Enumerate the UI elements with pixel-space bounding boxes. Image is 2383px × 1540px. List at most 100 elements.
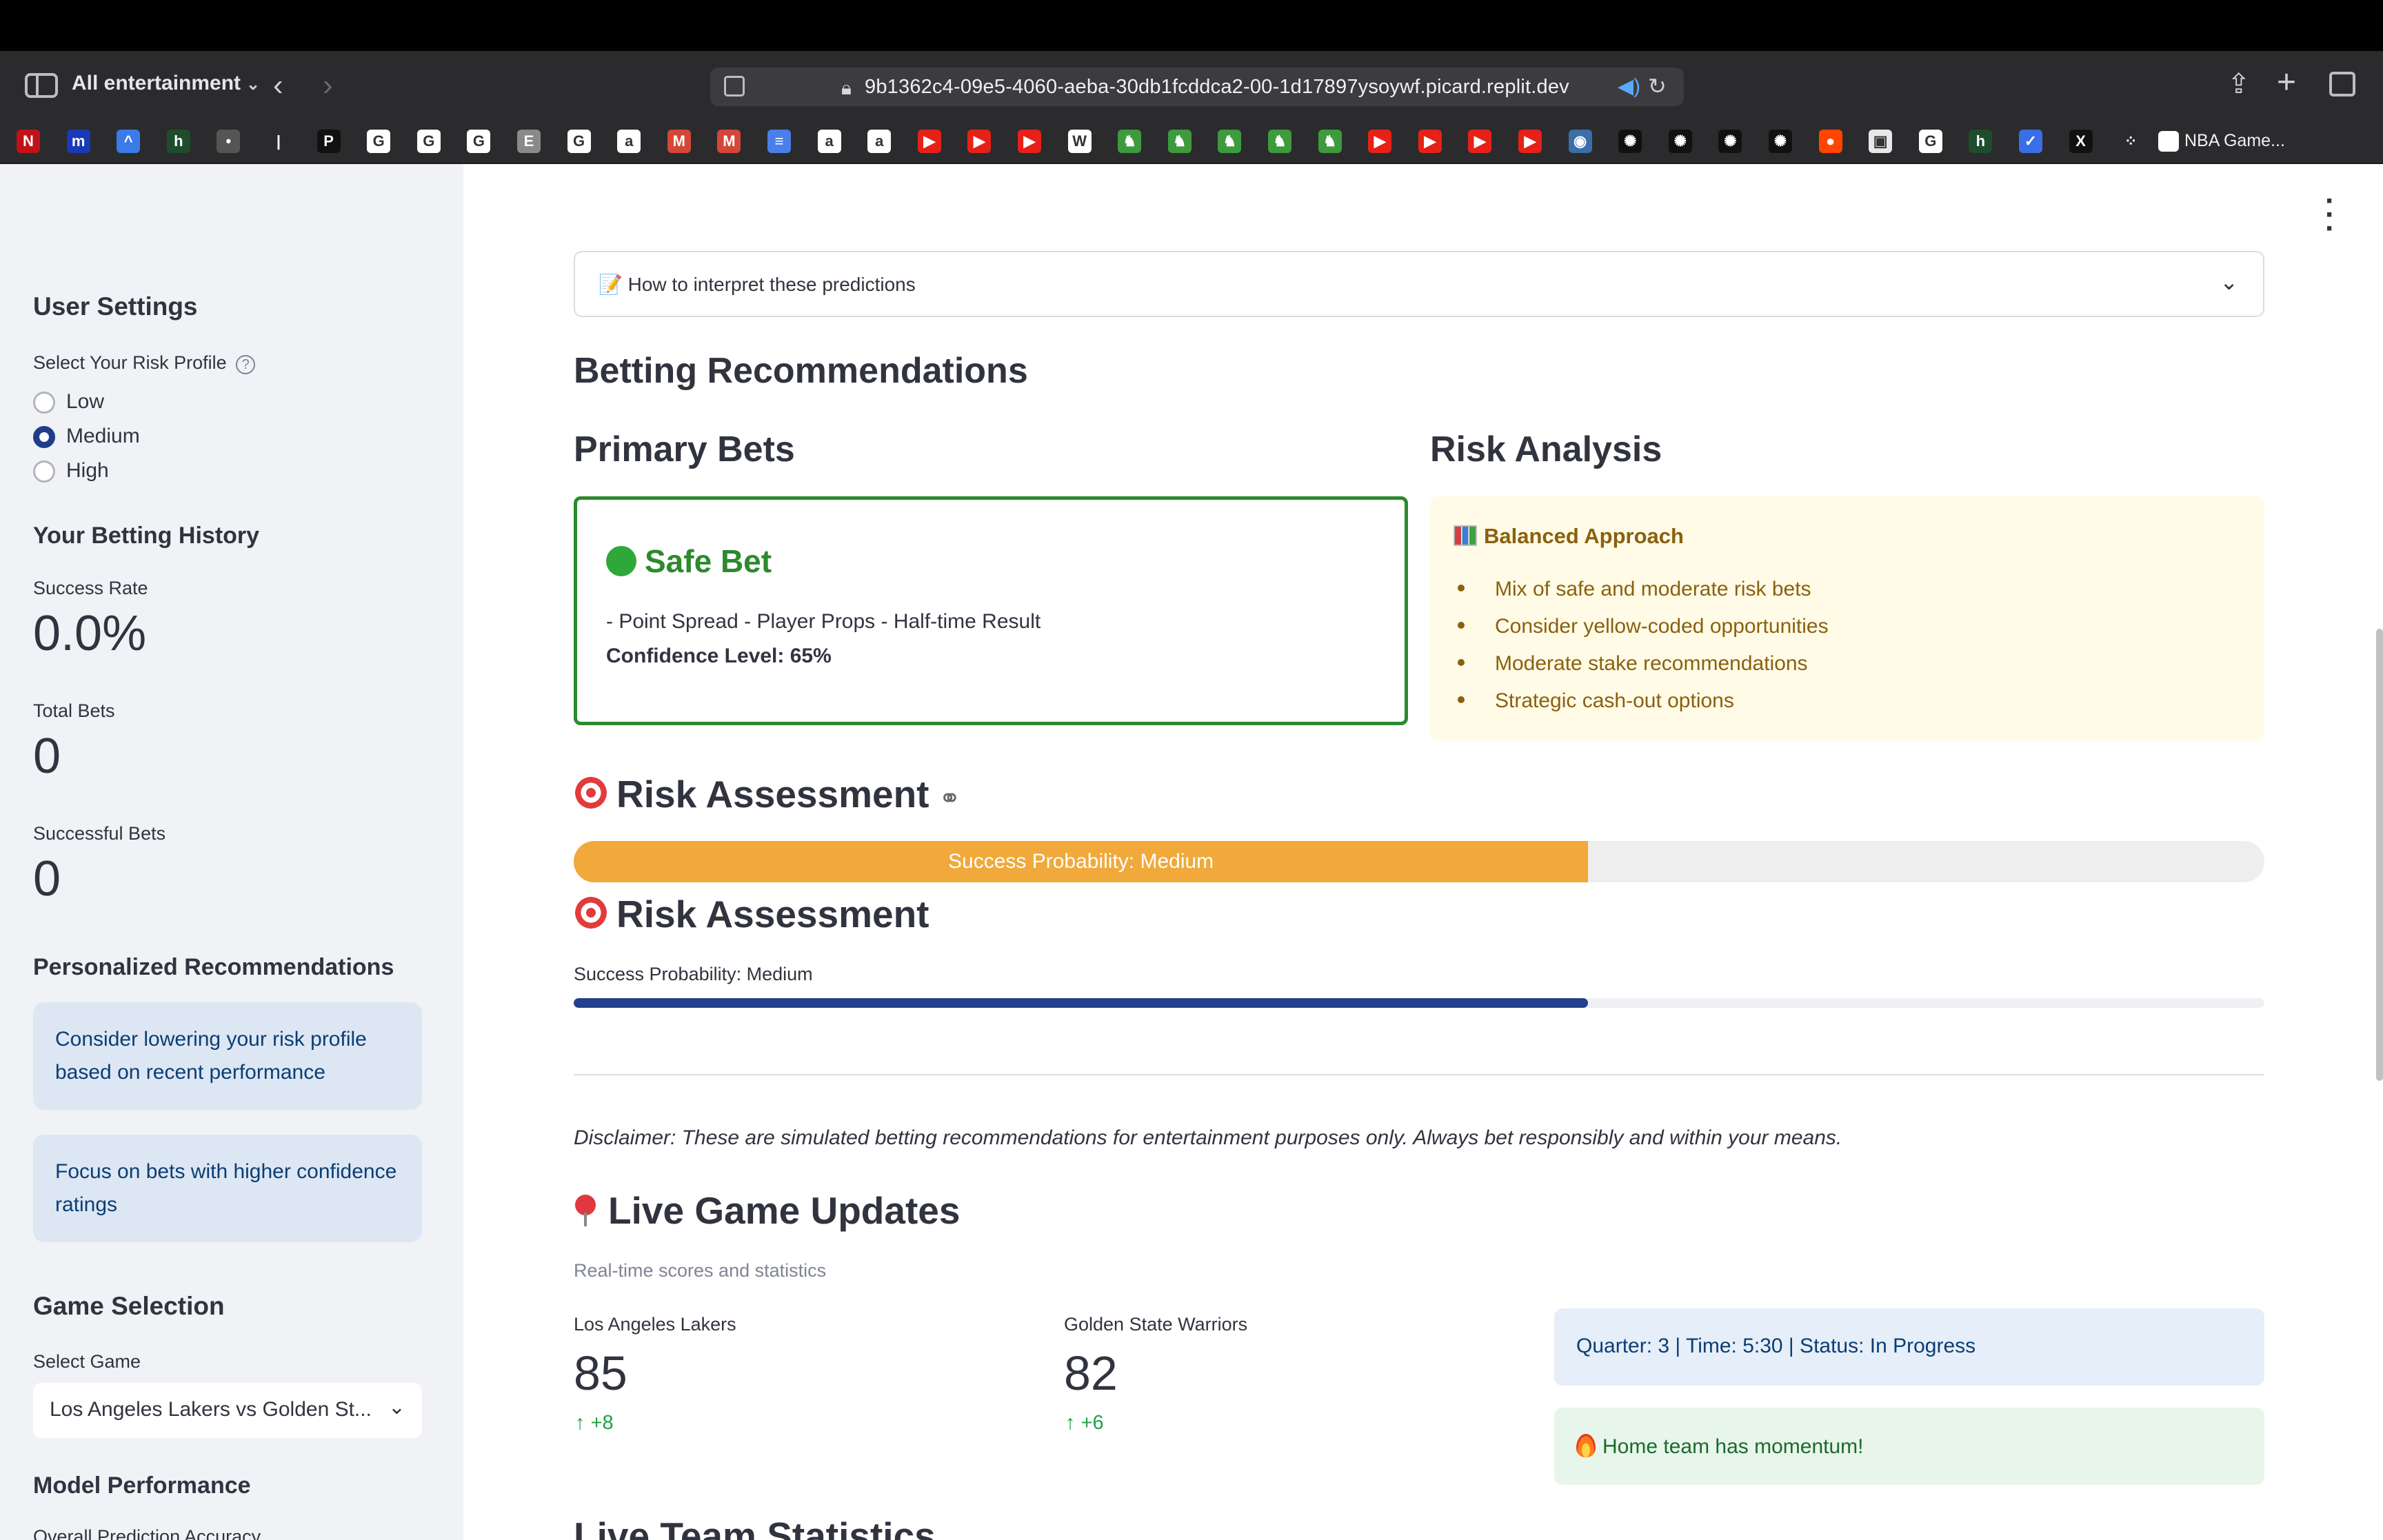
game-select-dropdown[interactable]: Los Angeles Lakers vs Golden St... ⌄ <box>33 1383 422 1438</box>
risk-analysis-item-text: Strategic cash-out options <box>1495 689 1734 712</box>
green-icon[interactable]: ♞ <box>1167 130 1192 153</box>
success-rate-value: 0.0% <box>33 606 147 661</box>
m-icon[interactable]: m <box>66 130 90 153</box>
new-tab-icon[interactable]: + <box>2277 66 2296 99</box>
google-icon[interactable]: G <box>367 130 391 153</box>
youtube-icon[interactable]: ▶ <box>917 130 941 153</box>
link-icon[interactable]: ⚭ <box>938 784 961 813</box>
success-rate-label: Success Rate <box>33 578 148 598</box>
nba-logo-icon <box>2158 131 2179 152</box>
sidebar-toggle-icon[interactable] <box>25 73 58 98</box>
pin-icon <box>574 1195 597 1226</box>
amazon-icon[interactable]: a <box>817 130 841 153</box>
x-icon[interactable]: X <box>2069 130 2093 153</box>
help-icon[interactable]: ? <box>236 355 256 374</box>
netflix-icon[interactable]: N <box>17 130 40 153</box>
risk-analysis-item: Mix of safe and moderate risk bets <box>1454 578 1811 601</box>
back-icon[interactable]: ‹ <box>273 70 283 101</box>
away-team-name: Golden State Warriors <box>1064 1314 1248 1335</box>
interpret-predictions-expander[interactable]: 📝 How to interpret these predictions ⌄ <box>574 251 2264 317</box>
green-circle-icon <box>606 546 636 576</box>
speaker-icon[interactable]: ◀︎) <box>1618 74 1640 99</box>
p-icon[interactable]: P <box>316 130 341 153</box>
radio-dot-selected <box>33 426 55 448</box>
overall-accuracy-label: Overall Prediction Accuracy <box>33 1526 261 1540</box>
page-menu-icon[interactable] <box>724 76 745 97</box>
total-bets-label: Total Bets <box>33 700 115 721</box>
google-icon[interactable]: G <box>416 130 441 153</box>
risk-analysis-heading: Risk Analysis <box>1430 429 1662 469</box>
reddit-icon[interactable]: ● <box>1818 130 1842 153</box>
away-team-delta: ↑ +6 <box>1065 1412 1104 1435</box>
wikipedia-icon[interactable]: W <box>1067 130 1092 153</box>
address-bar[interactable]: 🔒︎ 9b1362c4-09e5-4060-aeba-30db1fcddca2-… <box>710 68 1684 106</box>
game-status-box: Quarter: 3 | Time: 5:30 | Status: In Pro… <box>1554 1308 2264 1386</box>
arc-icon[interactable]: ^ <box>117 130 141 153</box>
youtube-icon[interactable]: ▶ <box>1368 130 1392 153</box>
momentum-box: Home team has momentum! <box>1554 1408 2264 1485</box>
google-icon[interactable]: G <box>467 130 491 153</box>
scrollbar[interactable] <box>2376 629 2383 1081</box>
gmail-icon[interactable]: M <box>667 130 691 153</box>
risk-analysis-item-text: Mix of safe and moderate risk bets <box>1495 578 1811 600</box>
openai-icon[interactable]: ✺ <box>1668 130 1692 153</box>
risk-analysis-item: Moderate stake recommendations <box>1454 652 1808 676</box>
bookmark-nba-game[interactable]: NBA Game... <box>2158 131 2285 152</box>
risk-assessment-heading-text: Risk Assessment <box>616 773 929 815</box>
risk-profile-label-text: Select Your Risk Profile <box>33 352 227 373</box>
safe-bet-title: Safe Bet <box>606 543 772 580</box>
more-options-icon[interactable]: · · · <box>2325 186 2335 244</box>
live-caption: Real-time scores and statistics <box>574 1260 827 1281</box>
green-icon[interactable]: ♞ <box>1218 130 1242 153</box>
bullet <box>1458 585 1465 591</box>
youtube-icon[interactable]: ▶ <box>1418 130 1442 153</box>
globe-icon[interactable]: ◉ <box>1568 130 1592 153</box>
risk-profile-label: Select Your Risk Profile ? <box>33 352 256 374</box>
h-icon[interactable]: h <box>166 130 190 153</box>
bullet <box>1458 696 1465 703</box>
dots-icon[interactable]: ⁘ <box>2119 130 2143 153</box>
gmail-icon[interactable]: M <box>717 130 741 153</box>
chart-icon[interactable]: ✓ <box>2019 130 2042 153</box>
openai-icon[interactable]: ✺ <box>1618 130 1642 153</box>
select-game-label: Select Game <box>33 1351 141 1372</box>
green-icon[interactable]: ♞ <box>1318 130 1342 153</box>
youtube-icon[interactable]: ▶ <box>1518 130 1542 153</box>
live-team-statistics-heading: Live Team Statistics <box>574 1514 936 1540</box>
youtube-icon[interactable]: ▶ <box>967 130 992 153</box>
h-icon[interactable]: h <box>1969 130 1993 153</box>
successful-bets-value: 0 <box>33 851 61 906</box>
risk-analysis-item: Strategic cash-out options <box>1454 689 1734 713</box>
live-game-updates-heading: Live Game Updates <box>574 1188 960 1233</box>
tab-overview-icon[interactable] <box>2329 72 2355 97</box>
youtube-icon[interactable]: ▶ <box>1468 130 1492 153</box>
risk-analysis-card: Balanced Approach Mix of safe and modera… <box>1430 496 2264 740</box>
nbc-icon[interactable]: • <box>217 130 241 153</box>
openai-icon[interactable]: ✺ <box>1769 130 1792 153</box>
share-icon[interactable]: ⇪ <box>2227 70 2251 98</box>
openai-icon[interactable]: ✺ <box>1718 130 1742 153</box>
e-icon[interactable]: E <box>517 130 541 153</box>
radio-dot <box>33 460 55 483</box>
box-icon[interactable]: ▣ <box>1869 130 1893 153</box>
risk-assessment-heading: Risk Assessment ⚭ <box>572 772 961 816</box>
reload-icon[interactable]: ↻ <box>1648 73 1667 99</box>
away-team-score: 82 <box>1064 1346 1118 1400</box>
safe-bet-card: Safe Bet - Point Spread - Player Props -… <box>574 496 1408 725</box>
green-icon[interactable]: ♞ <box>1268 130 1291 153</box>
google-icon[interactable]: G <box>567 130 591 153</box>
betting-history-heading: Your Betting History <box>33 523 260 549</box>
amazon-icon[interactable]: a <box>617 130 641 153</box>
betting-recommendations-heading: Betting Recommendations <box>574 351 1028 391</box>
success-probability-bar: Success Probability: Medium <box>574 841 2264 882</box>
green-icon[interactable]: ♞ <box>1118 130 1142 153</box>
google-icon[interactable]: G <box>1918 130 1942 153</box>
forward-icon[interactable]: › <box>323 70 333 101</box>
youtube-icon[interactable]: ▶ <box>1018 130 1041 153</box>
tab-group-selector[interactable]: All entertainment ⌄ <box>72 72 260 95</box>
docs-icon[interactable]: ≡ <box>767 130 791 153</box>
url-text[interactable]: 9b1362c4-09e5-4060-aeba-30db1fcddca2-00-… <box>865 76 1569 99</box>
nba-icon[interactable]: | <box>267 130 290 153</box>
bookmark-nba-label: NBA Game... <box>2184 131 2285 150</box>
amazon-icon[interactable]: a <box>867 130 892 153</box>
